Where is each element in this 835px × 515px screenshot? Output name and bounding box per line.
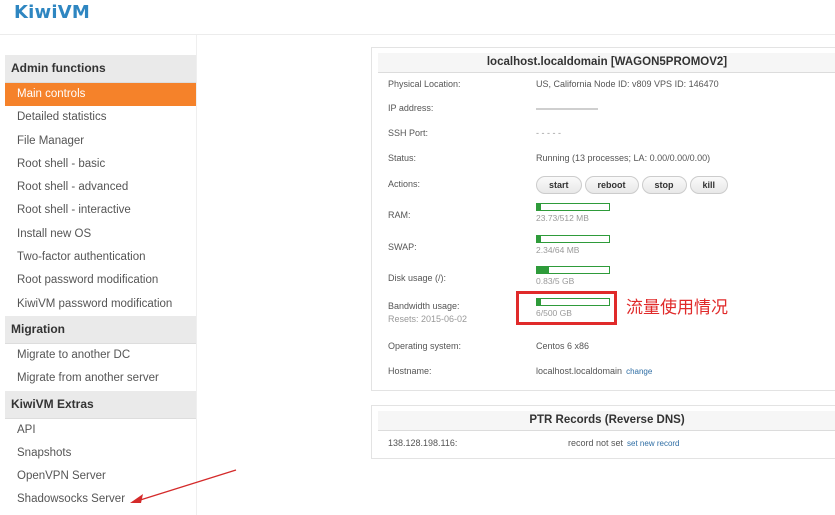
ptr-title: PTR Records (Reverse DNS) — [378, 411, 835, 431]
ram-label: RAM: — [388, 210, 411, 220]
os-label: Operating system: — [388, 341, 462, 351]
bandwidth-highlight-box — [516, 291, 617, 325]
hostname-group: localhost.localdomain change — [536, 366, 652, 376]
disk-meter: 0.83/5 GB — [536, 266, 610, 286]
disk-bar — [536, 266, 610, 274]
server-info-panel: localhost.localdomain [WAGON5PROMOV2] Ph… — [371, 47, 835, 391]
ram-bar-fill — [537, 204, 541, 210]
actions-label: Actions: — [388, 179, 421, 189]
swap-usage-text: 2.34/64 MB — [536, 245, 580, 255]
ssh-port-value: - - - - - — [536, 128, 561, 138]
ptr-records-panel: PTR Records (Reverse DNS) 138.128.198.11… — [371, 405, 835, 459]
ptr-ip: 138.128.198.116: — [388, 438, 458, 448]
bandwidth-label: Bandwidth usage: — [388, 301, 460, 311]
swap-meter: 2.34/64 MB — [536, 235, 610, 255]
disk-label: Disk usage (/): — [388, 273, 447, 283]
ram-meter: 23.73/512 MB — [536, 203, 610, 223]
hostname-change-link[interactable]: change — [626, 367, 652, 376]
stop-button[interactable]: stop — [641, 176, 687, 194]
ptr-status: record not set — [568, 438, 624, 448]
ram-usage-text: 23.73/512 MB — [536, 213, 589, 223]
ip-value-obscured — [536, 108, 598, 110]
kill-button[interactable]: kill — [689, 176, 729, 194]
action-buttons: start reboot stop kill — [536, 176, 731, 194]
disk-usage-text: 0.83/5 GB — [536, 276, 575, 286]
ip-label: IP address: — [388, 103, 434, 113]
start-button[interactable]: start — [536, 176, 582, 194]
physical-location-label: Physical Location: — [388, 79, 461, 89]
status-value: Running (13 processes; LA: 0.00/0.00/0.0… — [536, 153, 711, 163]
ssh-port-label: SSH Port: — [388, 128, 429, 138]
ram-bar — [536, 203, 610, 211]
ptr-status-group: record not set set new record — [568, 438, 680, 448]
swap-label: SWAP: — [388, 242, 417, 252]
reboot-button[interactable]: reboot — [584, 176, 639, 194]
swap-bar — [536, 235, 610, 243]
bandwidth-annotation: 流量使用情况 — [626, 298, 728, 318]
server-title: localhost.localdomain [WAGON5PROMOV2] — [378, 53, 835, 73]
hostname-value: localhost.localdomain — [536, 366, 623, 376]
disk-bar-fill — [537, 267, 549, 273]
swap-bar-fill — [537, 236, 541, 242]
hostname-label: Hostname: — [388, 366, 432, 376]
ptr-set-new-record-link[interactable]: set new record — [627, 439, 679, 448]
bandwidth-label-group: Bandwidth usage: Resets: 2015-06-02 — [388, 301, 467, 324]
status-label: Status: — [388, 153, 417, 163]
os-value: Centos 6 x86 — [536, 341, 590, 351]
bandwidth-resets: Resets: 2015-06-02 — [388, 314, 468, 324]
physical-location-value: US, California Node ID: v809 VPS ID: 146… — [536, 79, 719, 89]
